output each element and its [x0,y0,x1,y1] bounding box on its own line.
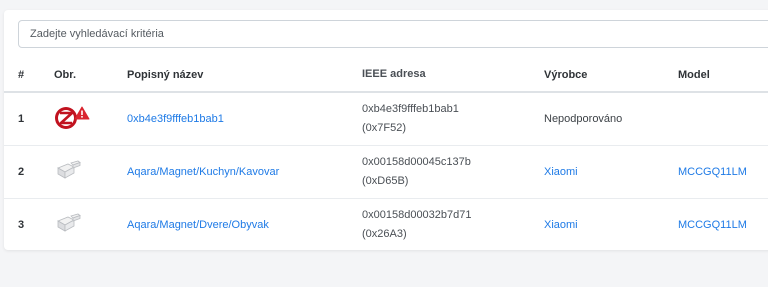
column-header-ieee[interactable]: IEEE adresa [362,58,544,93]
search-input[interactable] [18,20,768,48]
device-name-link[interactable]: Aqara/Magnet/Kuchyn/Kavovar [127,166,279,178]
zigbee-unsupported-icon [54,104,94,135]
column-header-num[interactable]: # [4,58,54,93]
vendor-text: Nepodporováno [544,113,623,125]
table-row: 3 Aqara/Magnet/Dvere/Obyvak 0x00158d0003… [4,198,768,251]
devices-card: # Obr. Popisný název IEEE adresa Výrobce… [4,10,768,251]
vendor-link[interactable]: Xiaomi [544,166,578,178]
column-header-image[interactable]: Obr. [54,58,127,93]
device-name-link[interactable]: 0xb4e3f9fffeb1bab1 [127,113,224,125]
ieee-address: 0xb4e3f9fffeb1bab1 [362,103,459,115]
model-link[interactable]: MCCGQ11LM [678,166,747,178]
network-address: (0x26A3) [362,228,407,240]
column-header-name[interactable]: Popisný název [127,58,362,93]
door-sensor-icon [54,212,82,239]
vendor-link[interactable]: Xiaomi [544,219,578,231]
network-address: (0xD65B) [362,175,409,187]
table-header-row: # Obr. Popisný název IEEE adresa Výrobce… [4,58,768,93]
ieee-address: 0x00158d00045c137b [362,156,471,168]
device-name-link[interactable]: Aqara/Magnet/Dvere/Obyvak [127,219,269,231]
column-header-vendor[interactable]: Výrobce [544,58,678,93]
row-number: 1 [18,113,25,125]
row-number: 3 [18,219,25,231]
ieee-address: 0x00158d00032b7d71 [362,209,472,221]
column-header-model[interactable]: Model [678,58,768,93]
table-row: 2 Aqara/Magnet/Kuchyn/Kavovar 0x00158d00… [4,145,768,199]
model-link[interactable]: MCCGQ11LM [678,219,747,231]
network-address: (0x7F52) [362,122,407,134]
table-row: 1 0xb4e3f9fffeb1bab1 0xb4e3f9fffeb1bab1 … [4,92,768,146]
devices-table: # Obr. Popisný název IEEE adresa Výrobce… [4,58,768,251]
door-sensor-icon [54,159,82,186]
row-number: 2 [18,166,25,178]
